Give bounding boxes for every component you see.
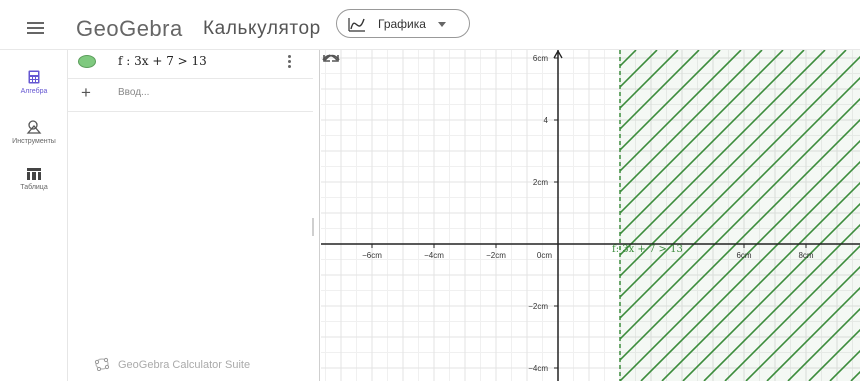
hatch-line [321,50,489,381]
x-tick-label: 0cm [537,251,552,260]
x-tick-label: −6cm [362,251,382,260]
hatch-line [321,50,573,381]
hatch-line [321,50,510,381]
redo-icon[interactable] [321,50,341,66]
add-icon[interactable]: + [81,83,91,103]
calculator-icon [28,70,40,84]
visibility-toggle[interactable] [78,55,96,68]
y-tick-label: 6cm [533,54,548,63]
hatch-line [321,50,342,381]
top-bar: GeoGebra Калькулятор Графика [0,0,860,50]
x-tick-label: 6cm [736,251,751,260]
hatch-line [321,50,531,381]
hatch-line [321,50,405,381]
x-tick-label: −2cm [486,251,506,260]
rail-label-algebra: Алгебра [20,88,48,95]
rail-item-algebra[interactable]: Алгебра [0,70,68,95]
rail-item-table[interactable]: Таблица [0,168,68,191]
hatch-line [321,50,615,381]
view-rail: Алгебра Инструменты Таблица [0,50,68,381]
hatch-line [620,50,658,89]
hatch-line [321,50,384,381]
expression-text[interactable]: f : 3x + 7 > 13 [118,54,207,68]
y-tick-label: 2cm [533,178,548,187]
y-tick-label: −2cm [528,302,548,311]
algebra-panel: f : 3x + 7 > 13 + Ввод... GeoGebra Calcu… [68,50,320,381]
brand-logo[interactable]: GeoGebra [76,16,183,42]
function-label: f: 3x + 7 > 13 [612,244,683,255]
inequality-region [620,50,860,381]
x-tick-label: 8cm [798,251,813,260]
hatch-line [321,50,552,381]
rail-item-tools[interactable]: Инструменты [0,120,68,145]
panel-resize-handle[interactable] [312,218,314,236]
algebra-item-f[interactable]: f : 3x + 7 > 13 [68,50,313,79]
rail-label-tools: Инструменты [12,138,56,145]
x-tick-label: −4cm [424,251,444,260]
geogebra-app: GeoGebra Калькулятор Графика Алгебра Инс… [0,0,860,381]
rail-label-table: Таблица [20,184,48,191]
app-mode-dropdown[interactable]: Графика [336,9,470,38]
graphics-view[interactable]: −6cm −4cm −2cm 0cm 6cm 8cm 6cm 4 2cm −2cm −4cm f: 3… [321,50,860,381]
y-tick-label: −4cm [528,364,548,373]
geogebra-logo-icon [94,357,110,372]
calculator-suite-footer[interactable]: GeoGebra Calculator Suite [94,357,251,372]
hatch-line [321,50,594,381]
graphing-icon [348,18,365,32]
y-tick-label: 4 [544,116,549,125]
hatch-line [321,50,447,381]
hatch-line [321,50,468,381]
suite-label: GeoGebra Calculator Suite [118,359,251,371]
app-mode-label: Графика [378,17,426,31]
algebra-input[interactable]: Ввод... [118,87,149,98]
hamburger-menu-icon[interactable] [27,22,44,34]
more-vertical-icon[interactable] [288,55,292,69]
table-icon [27,168,41,180]
tools-icon [26,120,42,134]
app-title: Калькулятор [203,18,321,39]
algebra-input-row[interactable]: + Ввод... [68,80,313,112]
hatch-line [321,50,426,381]
graph-canvas[interactable]: −6cm −4cm −2cm 0cm 6cm 8cm 6cm 4 2cm −2cm −4cm f: 3… [321,50,860,381]
chevron-down-icon [438,22,446,27]
